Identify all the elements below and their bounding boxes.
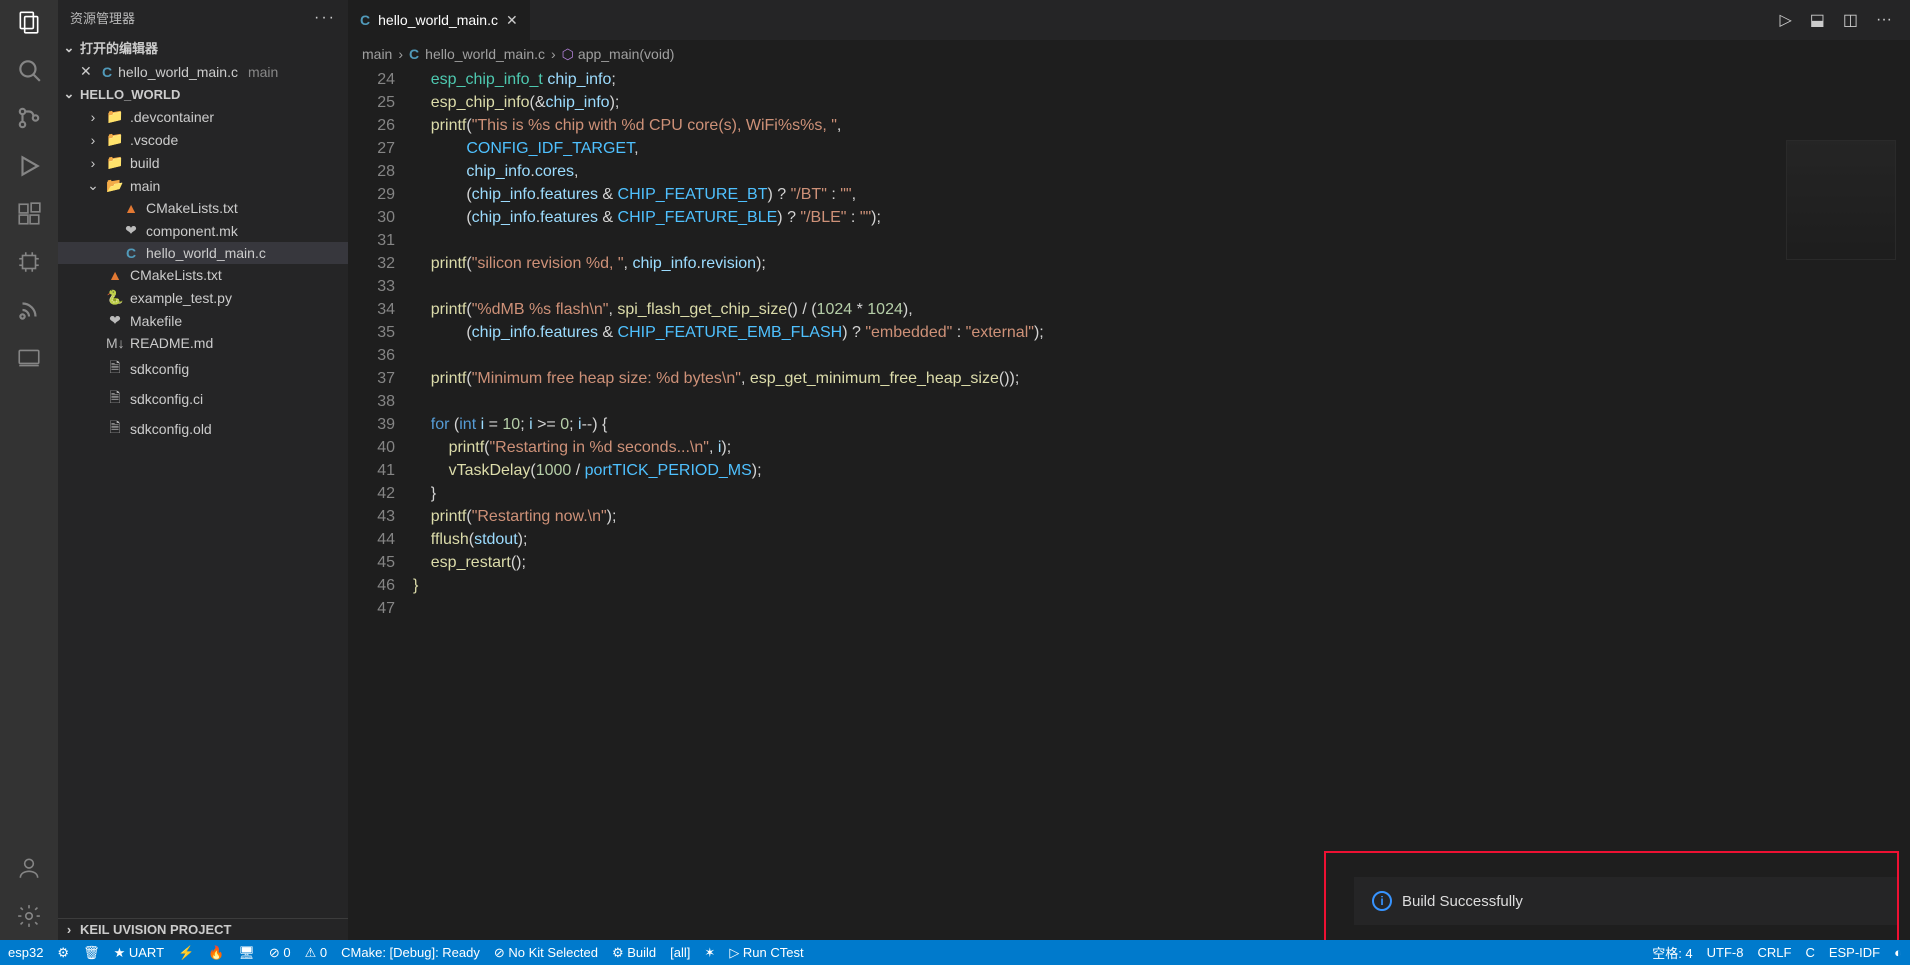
status-item[interactable]: ESP-IDF	[1829, 945, 1880, 960]
editor-area: C hello_world_main.c ✕ ▷ ⬓ ◫ ··· main› C…	[348, 0, 1910, 940]
activity-bar	[0, 0, 58, 940]
c-file-icon: C	[409, 46, 419, 62]
status-item[interactable]: CRLF	[1758, 945, 1792, 960]
status-item[interactable]: ⚙	[57, 945, 69, 961]
tree-item[interactable]: ❤Makefile	[58, 309, 348, 332]
tree-item[interactable]: ▲CMakeLists.txt	[58, 264, 348, 286]
notification-toast[interactable]: i Build Successfully	[1354, 877, 1897, 925]
function-icon: ⬡	[562, 46, 574, 63]
close-icon[interactable]: ✕	[80, 63, 96, 80]
sidebar-more-icon[interactable]: ···	[314, 9, 336, 27]
code-content[interactable]: esp_chip_info_t chip_info; esp_chip_info…	[413, 68, 1910, 940]
tab-bar: C hello_world_main.c ✕ ▷ ⬓ ◫ ···	[348, 0, 1910, 40]
c-file-icon: C	[102, 64, 112, 80]
breadcrumbs[interactable]: main› C hello_world_main.c› ⬡app_main(vo…	[348, 40, 1910, 68]
c-file-icon: C	[360, 12, 370, 28]
run-debug-icon[interactable]	[15, 152, 43, 180]
file-tree: ›📁.devcontainer›📁.vscode›📁build⌄📂main▲CM…	[58, 105, 348, 918]
tree-item[interactable]: ›📁.vscode	[58, 128, 348, 151]
status-item[interactable]: ▷ Run CTest	[729, 945, 803, 961]
status-item[interactable]: 🗑	[83, 945, 100, 961]
status-bar: esp32 ⚙ 🗑 ★ UART ⚡ 🔥 🖥 ⊘ 0 ⚠ 0 CMake: [Debug]: Re…	[0, 940, 1910, 965]
tree-item[interactable]: ⌄📂main	[58, 174, 348, 197]
project-header[interactable]: ⌄HELLO_WORLD	[58, 83, 348, 105]
tree-item[interactable]: ›📁.devcontainer	[58, 105, 348, 128]
status-item[interactable]: ⚠ 0	[305, 945, 328, 961]
tree-item[interactable]: 🗎sdkconfig.ci	[58, 384, 348, 414]
status-item[interactable]: 🖥	[238, 945, 255, 961]
status-item[interactable]: [all]	[670, 945, 690, 960]
line-gutter: 2425262728293031323334353637383940414243…	[348, 68, 413, 940]
status-item[interactable]: ⊘ 0	[269, 945, 291, 961]
status-item[interactable]: ⚙ Build	[612, 945, 656, 961]
close-icon[interactable]: ✕	[506, 12, 518, 29]
status-item[interactable]: CMake: [Debug]: Ready	[341, 945, 480, 960]
sidebar: 资源管理器 ··· ⌄打开的编辑器 ✕ C hello_world_main.c…	[58, 0, 348, 940]
search-icon[interactable]	[15, 56, 43, 84]
source-control-icon[interactable]	[15, 104, 43, 132]
sidebar-title: 资源管理器	[70, 8, 135, 27]
split-down-icon[interactable]: ⬓	[1810, 10, 1825, 30]
tree-item[interactable]: ›📁build	[58, 151, 348, 174]
notification-highlight: i Build Successfully	[1324, 851, 1899, 946]
tree-item[interactable]: 🗎sdkconfig.old	[58, 414, 348, 444]
status-item[interactable]: 空格: 4	[1652, 943, 1692, 962]
status-item[interactable]: 🔥	[208, 945, 224, 961]
keil-project-header[interactable]: ›KEIL UVISION PROJECT	[58, 918, 348, 940]
status-item[interactable]: UTF-8	[1707, 945, 1744, 960]
more-icon[interactable]: ···	[1876, 11, 1892, 29]
status-item[interactable]: ⚡	[178, 945, 194, 961]
chip-icon[interactable]	[15, 248, 43, 276]
status-item[interactable]: ◐	[1894, 945, 1902, 960]
status-item[interactable]: C	[1805, 945, 1814, 960]
status-item[interactable]: ✶	[704, 945, 715, 961]
tree-item[interactable]: Chello_world_main.c	[58, 242, 348, 264]
info-icon: i	[1372, 891, 1392, 911]
account-icon[interactable]	[15, 854, 43, 882]
tab-hello-world[interactable]: C hello_world_main.c ✕	[348, 0, 531, 40]
tree-item[interactable]: M↓README.md	[58, 332, 348, 354]
minimap[interactable]	[1786, 140, 1896, 260]
tree-item[interactable]: ▲CMakeLists.txt	[58, 197, 348, 219]
status-item[interactable]: ⊘ No Kit Selected	[494, 945, 598, 961]
open-editors-header[interactable]: ⌄打开的编辑器	[58, 35, 348, 60]
tree-item[interactable]: ❤component.mk	[58, 219, 348, 242]
devices-icon[interactable]	[15, 344, 43, 372]
status-item[interactable]: esp32	[8, 945, 43, 960]
explorer-icon[interactable]	[15, 8, 43, 36]
status-item[interactable]: ★ UART	[114, 945, 164, 961]
run-icon[interactable]: ▷	[1779, 10, 1791, 30]
espressif-icon[interactable]	[15, 296, 43, 324]
tree-item[interactable]: 🗎sdkconfig	[58, 354, 348, 384]
tree-item[interactable]: 🐍example_test.py	[58, 286, 348, 309]
open-editor-item[interactable]: ✕ C hello_world_main.c main	[58, 60, 348, 83]
settings-gear-icon[interactable]	[15, 902, 43, 930]
split-editor-icon[interactable]: ◫	[1843, 10, 1858, 30]
extensions-icon[interactable]	[15, 200, 43, 228]
